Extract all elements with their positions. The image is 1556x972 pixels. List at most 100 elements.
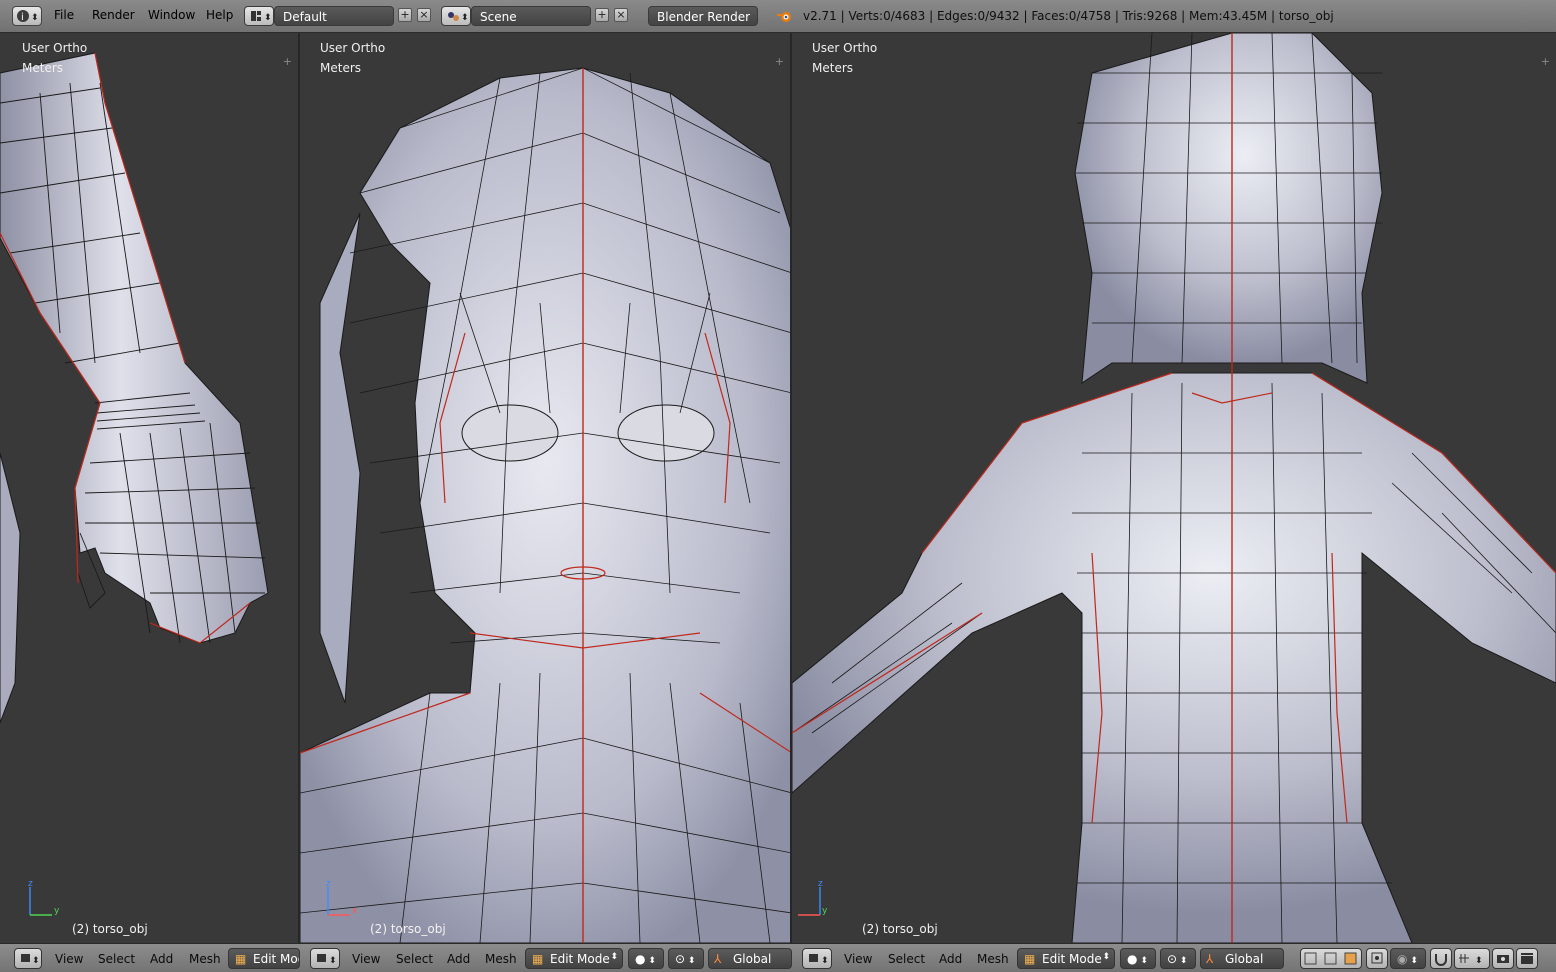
- 3d-view-icon: ⬍: [809, 954, 829, 966]
- add-scene-icon[interactable]: +: [595, 8, 609, 22]
- clapperboard-icon: [1521, 953, 1533, 964]
- menu-mesh[interactable]: Mesh: [485, 952, 517, 966]
- axis-z-label: z: [28, 881, 33, 889]
- menu-view[interactable]: View: [352, 952, 380, 966]
- mode-dropdown[interactable]: ▦ Edit Mode: [228, 948, 300, 969]
- editor-type-button[interactable]: i ⬍: [12, 6, 42, 26]
- menu-mesh[interactable]: Mesh: [977, 952, 1009, 966]
- menu-select[interactable]: Select: [888, 952, 925, 966]
- edit-mode-icon: ▦: [235, 952, 247, 966]
- edit-mode-icon: ▦: [532, 952, 544, 966]
- menu-add[interactable]: Add: [939, 952, 962, 966]
- transform-orientation-dropdown[interactable]: ⅄ Global: [708, 948, 792, 969]
- menu-mesh[interactable]: Mesh: [189, 952, 221, 966]
- viewport-left-header: ⬍ View Select Add Mesh ▦ Edit Mode: [0, 943, 300, 972]
- render-animation-button[interactable]: [1516, 948, 1538, 969]
- mode-dropdown[interactable]: ▦ Edit Mode ⬍: [525, 948, 623, 969]
- snap-element-dropdown[interactable]: ⬍: [1454, 948, 1490, 969]
- units-label: Meters: [812, 61, 854, 75]
- menu-select[interactable]: Select: [98, 952, 135, 966]
- axis-z-label: z: [818, 881, 823, 889]
- face-mesh: [300, 67, 790, 943]
- mode-value: Edit Mode: [253, 952, 299, 966]
- magnet-icon: [1435, 954, 1447, 966]
- pivot-point-dropdown[interactable]: ⊙ ⬍: [1160, 948, 1196, 969]
- orientation-value: Global: [1225, 952, 1264, 966]
- remove-scene-icon[interactable]: ×: [614, 8, 628, 22]
- remove-layout-icon[interactable]: ×: [417, 8, 431, 22]
- viewport-middle[interactable]: User Ortho Meters z x (2) torso_obj +: [300, 33, 792, 943]
- viewport-shading-dropdown[interactable]: ● ⬍: [1120, 948, 1156, 969]
- layout-selector-button[interactable]: ⬍: [244, 6, 274, 26]
- svg-text:⬍: ⬍: [32, 956, 40, 966]
- viewport-middle-header: ⬍ View Select Add Mesh ▦ Edit Mode ⬍ ● ⬍…: [300, 943, 792, 972]
- menu-add[interactable]: Add: [447, 952, 470, 966]
- snap-increment-icon: ⬍: [1459, 954, 1483, 966]
- mode-value: Edit Mode: [550, 952, 610, 966]
- solid-shading-icon: ●: [635, 952, 646, 966]
- scene-name-field[interactable]: Scene: [471, 6, 591, 26]
- view-name-label: User Ortho: [812, 41, 878, 55]
- svg-text:⬍: ⬍: [264, 13, 272, 23]
- viewport-shading-dropdown[interactable]: ● ⬍: [628, 948, 664, 969]
- editor-type-button[interactable]: ⬍: [14, 948, 42, 969]
- mode-value: Edit Mode: [1042, 952, 1102, 966]
- axis-y-label: y: [822, 906, 828, 916]
- view-name-label: User Ortho: [320, 41, 386, 55]
- dropdown-arrows-icon: ⬍: [610, 952, 618, 962]
- transform-orientation-dropdown[interactable]: ⅄ Global: [1200, 948, 1284, 969]
- info-header: i ⬍ File Render Window Help ⬍ Default + …: [0, 0, 1556, 33]
- add-layout-icon[interactable]: +: [398, 8, 412, 22]
- active-object-label: (2) torso_obj: [72, 922, 148, 936]
- layout-grid-icon: ⬍: [251, 11, 272, 23]
- axis-z-label: z: [326, 881, 331, 889]
- menu-window[interactable]: Window: [148, 8, 195, 22]
- menu-select[interactable]: Select: [396, 952, 433, 966]
- axis-x-label: x: [352, 906, 358, 916]
- properties-toggle-icon[interactable]: +: [1541, 55, 1550, 68]
- menu-help[interactable]: Help: [206, 8, 233, 22]
- scene-icon: ⬍: [448, 12, 469, 23]
- menu-render[interactable]: Render: [92, 8, 135, 22]
- editor-type-button[interactable]: ⬍: [310, 948, 340, 969]
- render-still-button[interactable]: [1492, 948, 1514, 969]
- limit-selection-button[interactable]: [1366, 948, 1388, 969]
- pivot-icon: ⊙: [675, 952, 686, 966]
- hand-mesh: [0, 52, 269, 724]
- edit-mode-icon: ▦: [1024, 952, 1036, 966]
- 3d-view-icon: ⬍: [21, 954, 40, 966]
- orientation-value: Global: [733, 952, 772, 966]
- svg-text:⬍: ⬍: [1475, 956, 1483, 966]
- info-icon: i ⬍: [17, 10, 39, 23]
- select-mode-buttons[interactable]: [1300, 948, 1362, 969]
- scene-statistics: v2.71 | Verts:0/4683 | Edges:0/9432 | Fa…: [803, 9, 1334, 23]
- snap-toggle-button[interactable]: [1430, 948, 1452, 969]
- viewport-right[interactable]: User Ortho Meters z y (2) torso_obj +: [792, 33, 1556, 943]
- solid-shading-icon: ●: [1127, 952, 1138, 966]
- properties-toggle-icon[interactable]: +: [775, 55, 784, 68]
- menu-add[interactable]: Add: [150, 952, 173, 966]
- scene-selector-button[interactable]: ⬍: [441, 6, 471, 26]
- mode-dropdown[interactable]: ▦ Edit Mode ⬍: [1017, 948, 1115, 969]
- svg-text:i: i: [21, 12, 24, 23]
- back-mesh: [792, 33, 1556, 943]
- menu-view[interactable]: View: [55, 952, 83, 966]
- proportional-editing-dropdown[interactable]: ◉ ⬍: [1390, 948, 1426, 969]
- menu-view[interactable]: View: [844, 952, 872, 966]
- vertex-edge-face-icons: [1304, 952, 1357, 965]
- svg-text:⬍: ⬍: [329, 956, 337, 966]
- editor-type-button[interactable]: ⬍: [802, 948, 832, 969]
- view-name-label: User Ortho: [22, 41, 88, 55]
- axis-y-label: y: [54, 906, 60, 916]
- render-engine-dropdown[interactable]: Blender Render: [648, 6, 758, 26]
- properties-toggle-icon[interactable]: +: [283, 55, 292, 68]
- svg-text:⬍: ⬍: [31, 13, 39, 23]
- viewport-left[interactable]: User Ortho Meters z y (2) torso_obj +: [0, 33, 300, 943]
- pivot-icon: ⊙: [1167, 952, 1178, 966]
- viewport-right-header: ⬍ View Select Add Mesh ▦ Edit Mode ⬍ ● ⬍…: [792, 943, 1556, 972]
- menu-file[interactable]: File: [54, 8, 74, 22]
- pivot-point-dropdown[interactable]: ⊙ ⬍: [668, 948, 704, 969]
- layout-name-field[interactable]: Default: [274, 6, 394, 26]
- axis-gizmo-icon: z y: [28, 881, 60, 916]
- dropdown-arrows-icon: ⬍: [1102, 952, 1110, 962]
